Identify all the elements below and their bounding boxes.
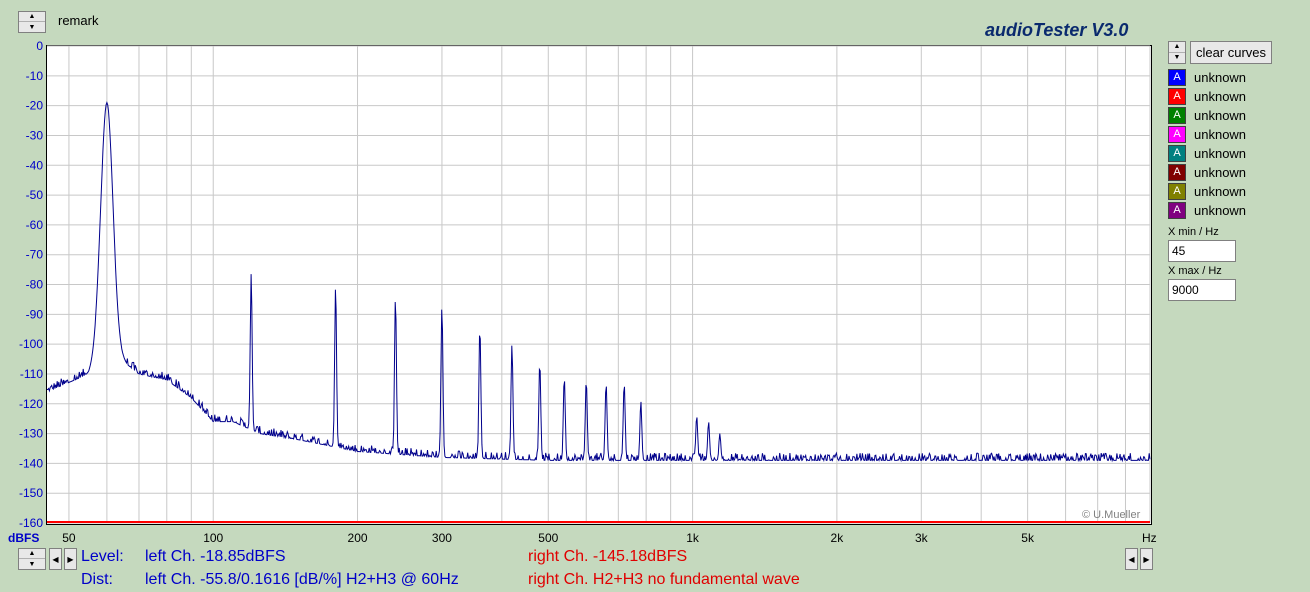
y-axis-unit: dBFS xyxy=(8,531,40,545)
curve-label: unknown xyxy=(1194,88,1247,104)
y-tick-label: -110 xyxy=(20,367,43,381)
level-label: Level: xyxy=(81,548,124,565)
scroll-left-icon[interactable]: ◀ xyxy=(49,548,62,570)
x-tick-label: 3k xyxy=(915,531,929,545)
curve-item[interactable]: Aunknown xyxy=(1168,182,1246,200)
x-tick-label: 5k xyxy=(1021,531,1035,545)
y-tick-label: -80 xyxy=(26,278,44,292)
y-tick-label: -10 xyxy=(26,69,44,83)
clear-curves-button[interactable]: clear curves xyxy=(1190,41,1272,64)
y-tick-label: -140 xyxy=(19,456,43,470)
y-tick-label: 0 xyxy=(36,39,43,53)
spin-up-icon[interactable]: ▲ xyxy=(1169,42,1185,53)
curve-color-icon[interactable]: A xyxy=(1168,182,1186,200)
dist-right: right Ch. H2+H3 no fundamental wave xyxy=(528,571,800,588)
curve-color-icon[interactable]: A xyxy=(1168,163,1186,181)
curve-item[interactable]: Aunknown xyxy=(1168,144,1246,162)
y-tick-label: -20 xyxy=(26,99,44,113)
y-tick-label: -150 xyxy=(19,486,43,500)
y-tick-label: -40 xyxy=(26,158,44,172)
x-tick-label: 100 xyxy=(203,531,223,545)
curve-color-icon[interactable]: A xyxy=(1168,201,1186,219)
copyright-label: © U.Mueller xyxy=(1082,509,1141,521)
curve-label: unknown xyxy=(1194,202,1247,218)
x-max-label: X max / Hz xyxy=(1168,265,1222,277)
curve-label: unknown xyxy=(1194,107,1247,123)
y-tick-label: -90 xyxy=(26,307,44,321)
x-tick-label: 500 xyxy=(538,531,558,545)
y-tick-label: -30 xyxy=(26,128,44,142)
level-left: left Ch. -18.85dBFS xyxy=(145,548,286,565)
spin-up-icon[interactable]: ▲ xyxy=(19,549,45,559)
x-tick-label: 300 xyxy=(432,531,452,545)
curve-color-icon[interactable]: A xyxy=(1168,106,1186,124)
curve-label: unknown xyxy=(1194,69,1247,85)
curve-color-icon[interactable]: A xyxy=(1168,125,1186,143)
spin-down-icon[interactable]: ▼ xyxy=(1169,53,1185,64)
curve-item[interactable]: Aunknown xyxy=(1168,125,1246,143)
x-axis-unit: Hz xyxy=(1142,531,1157,545)
curve-color-icon[interactable]: A xyxy=(1168,144,1186,162)
curve-item[interactable]: Aunknown xyxy=(1168,163,1246,181)
status-spinner[interactable]: ▲ ▼ xyxy=(18,548,46,570)
x-tick-label: 1k xyxy=(686,531,700,545)
y-tick-label: -120 xyxy=(19,397,43,411)
scroll-right-icon[interactable]: ▶ xyxy=(64,548,77,570)
zoom-left-icon[interactable]: ◀ xyxy=(1125,548,1138,570)
curve-color-icon[interactable]: A xyxy=(1168,68,1186,86)
curve-item[interactable]: Aunknown xyxy=(1168,106,1246,124)
y-tick-label: -50 xyxy=(26,188,44,202)
left-channel-trace xyxy=(47,101,1151,463)
y-tick-label: -70 xyxy=(26,248,44,262)
x-tick-label: 2k xyxy=(831,531,845,545)
curve-label: unknown xyxy=(1194,145,1247,161)
x-tick-label: 50 xyxy=(62,531,76,545)
curve-item[interactable]: Aunknown xyxy=(1168,68,1246,86)
dist-left: left Ch. -55.8/0.1616 [dB/%] H2+H3 @ 60H… xyxy=(145,571,459,588)
level-right: right Ch. -145.18dBFS xyxy=(528,548,688,565)
x-min-label: X min / Hz xyxy=(1168,226,1219,238)
curve-item[interactable]: Aunknown xyxy=(1168,201,1246,219)
curve-spinner[interactable]: ▲ ▼ xyxy=(1168,41,1186,64)
spectrum-chart: 0 -10 -20 -30 -40 -50 -60 -70 -80 -90 -100 -110 -120… xyxy=(19,39,1151,545)
y-tick-label: -60 xyxy=(26,218,44,232)
y-tick-label: -100 xyxy=(19,337,43,351)
x-min-field[interactable] xyxy=(1168,240,1236,262)
curve-item[interactable]: Aunknown xyxy=(1168,87,1246,105)
x-max-field[interactable] xyxy=(1168,279,1236,301)
curve-color-icon[interactable]: A xyxy=(1168,87,1186,105)
curve-label: unknown xyxy=(1194,126,1247,142)
y-tick-label: -160 xyxy=(19,516,43,530)
y-tick-label: -130 xyxy=(19,427,43,441)
spin-down-icon[interactable]: ▼ xyxy=(19,559,45,569)
zoom-right-icon[interactable]: ▶ xyxy=(1140,548,1153,570)
curve-label: unknown xyxy=(1194,164,1247,180)
curve-label: unknown xyxy=(1194,183,1247,199)
x-tick-label: 200 xyxy=(348,531,368,545)
dist-label: Dist: xyxy=(81,571,113,588)
